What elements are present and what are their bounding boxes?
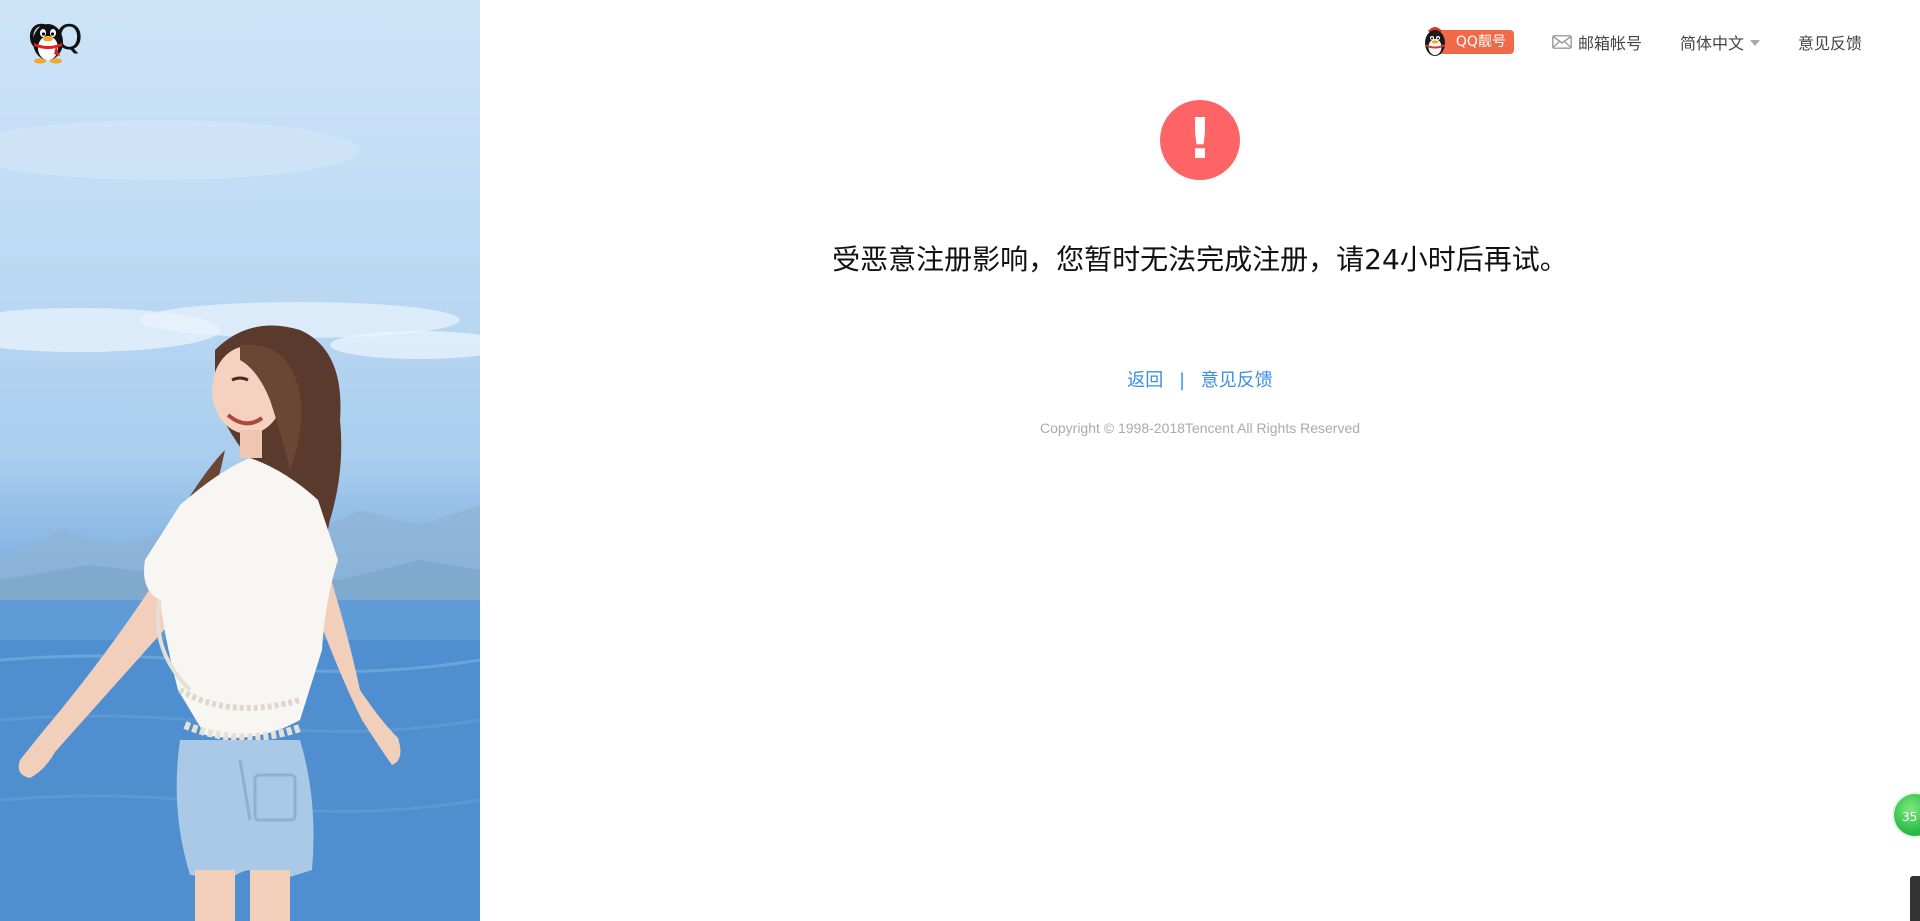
feedback-link[interactable]: 意见反馈 [1201, 370, 1273, 391]
page: QQ QQ靓号 邮箱帐号 [0, 0, 1920, 921]
exclamation-icon: ! [1160, 100, 1240, 180]
main-content: ! 受恶意注册影响，您暂时无法完成注册，请24小时后再试。 返回 | 意见反馈 … [480, 0, 1920, 921]
penguin-icon [33, 24, 63, 64]
error-message: 受恶意注册影响，您暂时无法完成注册，请24小时后再试。 [832, 243, 1568, 276]
hero-panel: QQ [0, 0, 480, 921]
action-links: 返回 | 意见反馈 [480, 366, 1920, 392]
copyright-text: Copyright © 1998-2018Tencent All Rights … [1039, 420, 1361, 436]
penguin-mascot-icon [1424, 27, 1445, 56]
edge-handle[interactable] [1910, 876, 1920, 921]
back-link[interactable]: 返回 [1127, 370, 1163, 391]
qq-logo[interactable]: QQ [28, 18, 84, 64]
hero-image [0, 120, 480, 921]
link-separator: | [1178, 370, 1186, 391]
